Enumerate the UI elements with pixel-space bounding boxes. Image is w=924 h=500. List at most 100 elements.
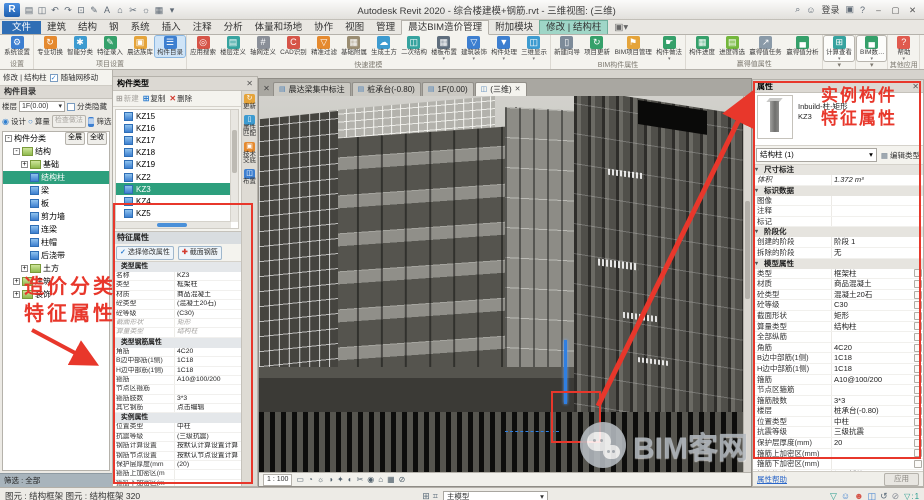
feature-value[interactable]: (三级抗震) bbox=[174, 433, 241, 441]
feature-value[interactable]: 4C20 bbox=[174, 348, 241, 356]
associate-parameter-button[interactable] bbox=[913, 343, 923, 353]
print-icon[interactable]: ⊡ bbox=[75, 3, 87, 17]
ribbon-tab[interactable]: 分析 bbox=[218, 21, 249, 34]
view-tab[interactable]: ◫(三维)✕ bbox=[475, 82, 527, 96]
associate-parameter-button[interactable] bbox=[913, 332, 923, 342]
associate-parameter-button[interactable] bbox=[913, 364, 923, 374]
redo-icon[interactable]: ↷ bbox=[62, 3, 74, 17]
ribbon-button[interactable]: ▤楼层定义 bbox=[218, 36, 248, 57]
property-row[interactable]: 节点区箍筋 bbox=[753, 385, 923, 396]
property-row[interactable]: 体积1.372 m³ bbox=[753, 175, 923, 186]
property-section-header[interactable]: ▾模型属性 bbox=[753, 259, 923, 269]
copy-type-button[interactable]: ⊞ 复制 bbox=[143, 93, 166, 104]
collapse-icon[interactable]: - bbox=[5, 135, 12, 142]
property-value[interactable] bbox=[831, 206, 923, 216]
property-row[interactable]: 箍筋上加密区(mm) bbox=[753, 449, 923, 460]
ribbon-button[interactable]: ☛构件做法▾ bbox=[654, 36, 684, 61]
property-value[interactable]: 混凝土20石 bbox=[831, 290, 913, 300]
property-row[interactable]: H边中部筋(1侧)1C18 bbox=[753, 364, 923, 375]
property-value[interactable]: 框架柱 bbox=[831, 269, 913, 279]
expand-icon[interactable]: + bbox=[21, 161, 28, 168]
feature-row[interactable]: B边中部筋(1侧)1C18 bbox=[113, 357, 241, 366]
ribbon-button[interactable]: ?帮助▾ bbox=[889, 36, 918, 61]
tree-item[interactable]: 连梁 bbox=[3, 223, 109, 236]
property-value[interactable]: C30 bbox=[831, 300, 913, 310]
tree-item[interactable]: 结构柱 bbox=[3, 171, 109, 184]
feature-value[interactable]: 矩形 bbox=[174, 319, 241, 327]
ribbon-tab[interactable]: 晨达BIM造价管理 bbox=[401, 20, 489, 35]
property-row[interactable]: 位置类型中柱 bbox=[753, 417, 923, 428]
check-method-button[interactable]: 检查做法 bbox=[52, 115, 86, 128]
filter-button-label[interactable]: 筛选 bbox=[96, 116, 111, 127]
search-icon[interactable]: ⌕ bbox=[795, 4, 800, 15]
class-hide-checkbox[interactable] bbox=[67, 103, 75, 111]
place-tool[interactable]: ◫布置 bbox=[243, 169, 257, 186]
tree-item[interactable]: +土方 bbox=[3, 262, 109, 275]
property-value[interactable]: 矩形 bbox=[831, 311, 913, 321]
ribbon-button[interactable]: ↻项目更新 bbox=[582, 36, 612, 57]
property-value[interactable]: 商品混凝土 bbox=[831, 279, 913, 289]
associate-parameter-button[interactable] bbox=[913, 290, 923, 300]
ribbon-button[interactable]: ▄BIM数…▾ bbox=[857, 36, 886, 61]
associate-parameter-button[interactable] bbox=[913, 406, 923, 416]
quantity-radio[interactable]: ○ bbox=[28, 117, 33, 126]
feature-row[interactable]: 截面形状矩形 bbox=[113, 319, 241, 328]
property-row[interactable]: 全部纵筋 bbox=[753, 332, 923, 343]
property-row[interactable]: 角筋4C20 bbox=[753, 343, 923, 354]
section-rebar-button[interactable]: ✚ 截面钢筋 bbox=[178, 246, 222, 260]
type-list-hscrollbar[interactable] bbox=[116, 221, 231, 228]
property-value[interactable]: 阶段 1 bbox=[831, 237, 923, 247]
property-value[interactable]: 结构柱 bbox=[831, 322, 913, 332]
ribbon-button[interactable]: ▽精准过滤 bbox=[309, 36, 339, 57]
tree-item[interactable]: 梁 bbox=[3, 184, 109, 197]
feature-row[interactable]: 算量类型结构柱 bbox=[113, 328, 241, 337]
ribbon-tab[interactable]: 插入 bbox=[156, 21, 187, 34]
revit-logo-icon[interactable]: R bbox=[4, 3, 20, 17]
ribbon-button[interactable]: #轴网定义 bbox=[248, 36, 278, 57]
ribbon-tab[interactable]: 协作 bbox=[308, 21, 339, 34]
associate-parameter-button[interactable] bbox=[913, 438, 923, 448]
feature-value[interactable]: 结构柱 bbox=[174, 328, 241, 336]
tree-item[interactable]: 柱帽 bbox=[3, 236, 109, 249]
view-scale[interactable]: 1 : 100 bbox=[263, 474, 292, 486]
property-section-header[interactable]: ▾尺寸标注 bbox=[753, 165, 923, 175]
isolate-icon[interactable]: ⊘ bbox=[399, 474, 406, 486]
property-value[interactable]: 1C18 bbox=[831, 353, 913, 363]
property-row[interactable]: 砼类型混凝土20石 bbox=[753, 290, 923, 301]
grid-icon[interactable]: ▦ bbox=[153, 3, 165, 17]
property-value[interactable] bbox=[831, 385, 913, 395]
property-row[interactable]: 算量类型结构柱 bbox=[753, 322, 923, 333]
3d-viewport[interactable] bbox=[259, 96, 751, 472]
help-icon[interactable]: ? bbox=[860, 5, 865, 15]
login-button[interactable]: 登录 bbox=[821, 3, 839, 16]
expand-icon[interactable]: + bbox=[21, 265, 28, 272]
press-drag-icon[interactable]: ⊘ bbox=[892, 489, 900, 500]
ribbon-button[interactable]: ☰构件目录 bbox=[155, 36, 185, 57]
property-row[interactable]: 箍筋A10@100/200 bbox=[753, 375, 923, 386]
detail-level-icon[interactable]: ◑ bbox=[328, 474, 333, 486]
ribbon-button[interactable]: ▦基础附属 bbox=[339, 36, 369, 57]
expand-all-button[interactable]: 全展 bbox=[65, 132, 85, 145]
associate-parameter-button[interactable] bbox=[913, 385, 923, 395]
add-user-icon[interactable]: ☺ bbox=[841, 489, 850, 500]
ribbon-tab[interactable]: 注释 bbox=[187, 21, 218, 34]
associate-parameter-button[interactable] bbox=[913, 449, 923, 459]
associate-parameter-button[interactable] bbox=[913, 459, 923, 469]
feature-row[interactable]: 箍筋上加密区(m bbox=[113, 470, 241, 479]
list-item[interactable]: KZ4 bbox=[116, 195, 238, 207]
exclude-options-icon[interactable]: ◫ bbox=[868, 489, 877, 500]
property-value[interactable]: 20 bbox=[831, 438, 913, 448]
sun-icon[interactable]: ☼ bbox=[140, 3, 152, 17]
worksets-icon[interactable]: ⊞ bbox=[422, 489, 430, 500]
feature-value[interactable]: 3*3 bbox=[174, 395, 241, 403]
property-row[interactable]: 抗震等级三级抗震 bbox=[753, 427, 923, 438]
tech-handover-tool[interactable]: ▣技术交底 bbox=[243, 142, 257, 165]
property-section-header[interactable]: ▾标识数据 bbox=[753, 186, 923, 196]
associate-parameter-button[interactable] bbox=[913, 279, 923, 289]
associate-parameter-button[interactable] bbox=[913, 353, 923, 363]
property-value[interactable]: 无 bbox=[831, 248, 923, 258]
collapse-all-button[interactable]: 全收 bbox=[87, 132, 107, 145]
property-row[interactable]: 注释 bbox=[753, 206, 923, 217]
delete-type-button[interactable]: ✕ 删除 bbox=[169, 93, 192, 104]
ribbon-button[interactable]: ⊞计算查看▾ bbox=[824, 36, 854, 61]
